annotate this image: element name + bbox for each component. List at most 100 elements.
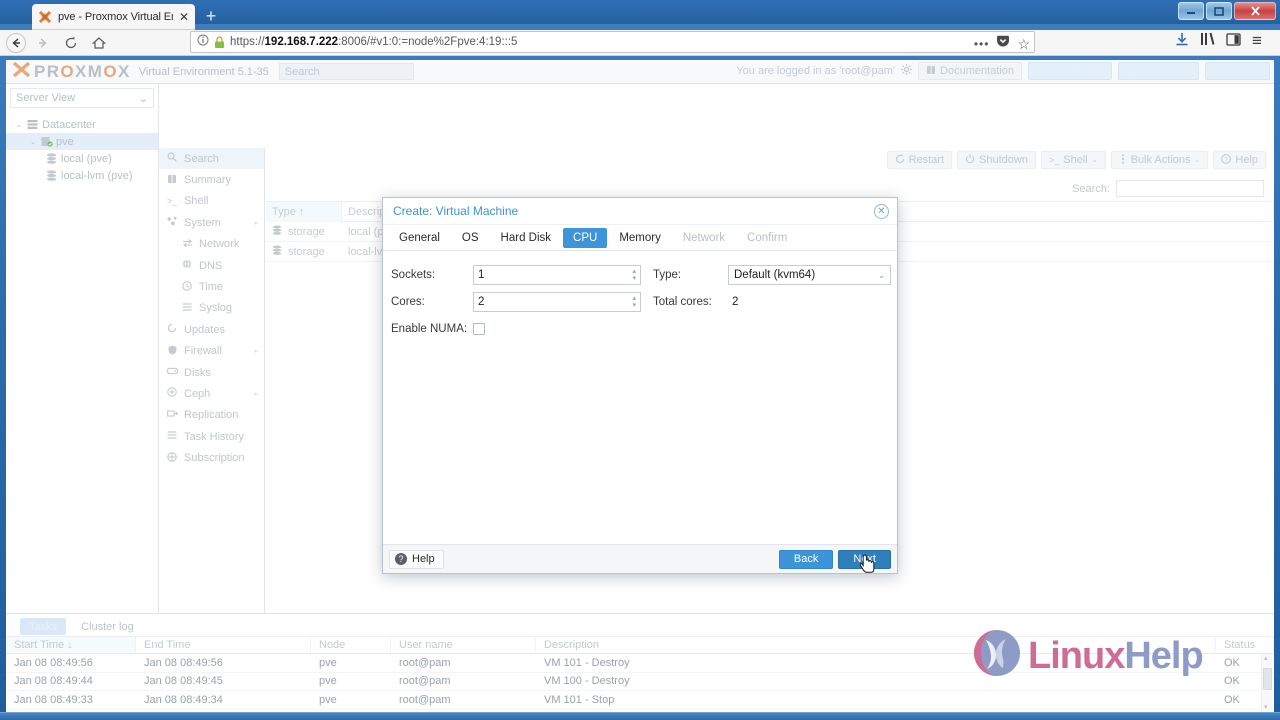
chevron-down-icon[interactable]: ⌄ [30, 138, 37, 146]
sidebar-icon[interactable] [1226, 32, 1241, 50]
dialog-help-button[interactable]: ? Help [389, 549, 444, 569]
next-button[interactable]: Next [838, 549, 891, 569]
reload-button[interactable] [58, 32, 84, 54]
node-help-button[interactable]: ? Help [1213, 151, 1266, 169]
shutdown-button[interactable]: Shutdown [957, 151, 1036, 169]
network-icon [181, 238, 193, 251]
column-header-start-time[interactable]: Start Time ↓ [6, 637, 136, 653]
server-view-dropdown[interactable]: Server View ⌄ [10, 88, 154, 108]
back-button[interactable] [6, 32, 26, 53]
logout-button[interactable]: Logout [1205, 62, 1270, 80]
field-enable-numa: Enable NUMA: [391, 318, 641, 340]
global-search-input[interactable]: Search [278, 63, 414, 80]
task-panel-scrollbar[interactable]: ▴ ▾ [1261, 654, 1272, 711]
menu-item-ceph[interactable]: Ceph ▸ [159, 383, 264, 404]
url-bar-actions: ••• ☆ [974, 35, 1030, 53]
downloads-icon[interactable] [1175, 32, 1189, 50]
tree-item-local-lvm[interactable]: local-lvm (pve) [6, 167, 158, 184]
menu-item-label: Summary [184, 174, 232, 187]
tab-hard-disk[interactable]: Hard Disk [491, 228, 561, 248]
tab-cluster-log[interactable]: Cluster log [72, 618, 143, 635]
documentation-button[interactable]: Documentation [918, 62, 1023, 80]
restart-button[interactable]: Restart [886, 151, 953, 169]
hamburger-menu-icon[interactable]: ≡ [1252, 31, 1262, 51]
column-header-user-name[interactable]: User name [391, 637, 536, 653]
menu-item-subscription[interactable]: Subscription [159, 447, 264, 468]
tab-confirm[interactable]: Confirm [737, 228, 797, 248]
menu-item-syslog[interactable]: Syslog [159, 298, 264, 319]
cores-stepper[interactable]: 2 ▴ ▾ [473, 292, 641, 312]
menu-item-task-history[interactable]: Task History [159, 426, 264, 447]
menu-item-updates[interactable]: Updates [159, 319, 264, 340]
cell-start-time: Jan 08 08:49:44 [14, 675, 93, 688]
book-icon [926, 65, 936, 78]
tree-item-datacenter[interactable]: ⌄ Datacenter [6, 116, 158, 133]
create-vm-button[interactable]: Create VM [1028, 62, 1112, 80]
spinner-arrows[interactable]: ▴ ▾ [632, 268, 636, 282]
column-header-node[interactable]: Node [311, 637, 391, 653]
menu-item-system[interactable]: System ▸ [159, 212, 264, 233]
tab-tasks[interactable]: Tasks [20, 618, 67, 635]
back-button[interactable]: Back [778, 549, 834, 569]
tab-close-icon[interactable]: ✕ [179, 11, 189, 23]
url-bar[interactable]: https://192.168.7.222:8006/#v1:0:=node%2… [190, 31, 1035, 53]
spin-down-icon[interactable]: ▾ [632, 302, 636, 309]
column-header-description[interactable]: Description [536, 637, 1216, 653]
bulk-actions-button[interactable]: Bulk Actions ⌄ [1110, 151, 1209, 169]
content-search-input[interactable] [1116, 180, 1264, 197]
new-tab-button[interactable]: + [200, 6, 222, 28]
create-ct-button[interactable]: Create CT [1117, 62, 1200, 80]
sockets-stepper[interactable]: 1 ▴ ▾ [473, 265, 641, 285]
tree-item-local[interactable]: local (pve) [6, 150, 158, 167]
menu-item-replication[interactable]: Replication [159, 405, 264, 426]
scrollbar-thumb[interactable] [1263, 668, 1272, 690]
menu-item-time[interactable]: Time [159, 276, 264, 297]
menu-item-dns[interactable]: DNS [159, 255, 264, 276]
menu-item-search[interactable]: Search [159, 148, 264, 170]
menu-item-shell[interactable]: >_ Shell [159, 191, 264, 212]
home-button[interactable] [86, 32, 112, 54]
column-header-status[interactable]: Status [1216, 637, 1274, 653]
enable-numa-checkbox[interactable] [473, 323, 485, 335]
menu-item-disks[interactable]: Disks [159, 362, 264, 383]
spin-down-icon[interactable]: ▾ [632, 275, 636, 282]
tab-cpu[interactable]: CPU [563, 227, 608, 248]
spin-up-icon[interactable]: ▴ [632, 295, 636, 302]
chevron-down-icon[interactable]: ⌄ [16, 121, 23, 129]
proxmox-favicon-icon [38, 10, 52, 24]
tab-os[interactable]: OS [452, 228, 489, 248]
column-header-type[interactable]: Type ↑ [266, 202, 342, 222]
close-icon[interactable]: ✕ [874, 204, 889, 219]
column-header-end-time[interactable]: End Time [136, 637, 311, 653]
menu-item-summary[interactable]: Summary [159, 169, 264, 190]
spinner-arrows[interactable]: ▴ ▾ [632, 295, 636, 309]
menu-item-label: Updates [184, 323, 225, 336]
shell-button[interactable]: >_ Shell ⌄ [1040, 151, 1106, 169]
gear-icon[interactable] [901, 62, 913, 80]
browser-tab[interactable]: pve - Proxmox Virtual Environm ✕ [32, 4, 195, 30]
cpu-type-select[interactable]: Default (kvm64) ⌄ [728, 265, 891, 285]
server-view-label: Server View [16, 92, 76, 104]
menu-item-network[interactable]: Network [159, 234, 264, 255]
syslog-icon [181, 302, 193, 315]
library-icon[interactable] [1200, 32, 1215, 50]
tab-memory[interactable]: Memory [609, 228, 671, 248]
site-info-icon[interactable] [197, 33, 209, 51]
forward-button[interactable] [30, 32, 56, 54]
page-actions-icon[interactable]: ••• [974, 37, 990, 51]
table-row[interactable]: Jan 08 08:49:56 Jan 08 08:49:56 pve root… [6, 654, 1274, 673]
pocket-icon[interactable] [996, 35, 1010, 53]
scroll-up-icon[interactable]: ▴ [1264, 654, 1268, 662]
browser-tab-title: pve - Proxmox Virtual Environm [58, 11, 173, 23]
scroll-down-icon[interactable]: ▾ [1264, 703, 1268, 711]
proxmox-wordmark: PROXMOX [34, 61, 131, 81]
spin-up-icon[interactable]: ▴ [632, 268, 636, 275]
tab-general[interactable]: General [389, 228, 450, 248]
table-row[interactable]: Jan 08 08:49:44 Jan 08 08:49:45 pve root… [6, 673, 1274, 692]
menu-item-firewall[interactable]: Firewall ▸ [159, 341, 264, 362]
table-row[interactable]: Jan 08 08:49:33 Jan 08 08:49:34 pve root… [6, 691, 1274, 710]
tree-item-pve[interactable]: ⌄ pve [6, 133, 158, 150]
tab-network[interactable]: Network [673, 228, 735, 248]
menu-item-label: Shell [184, 195, 209, 208]
bookmark-star-icon[interactable]: ☆ [1017, 36, 1030, 53]
